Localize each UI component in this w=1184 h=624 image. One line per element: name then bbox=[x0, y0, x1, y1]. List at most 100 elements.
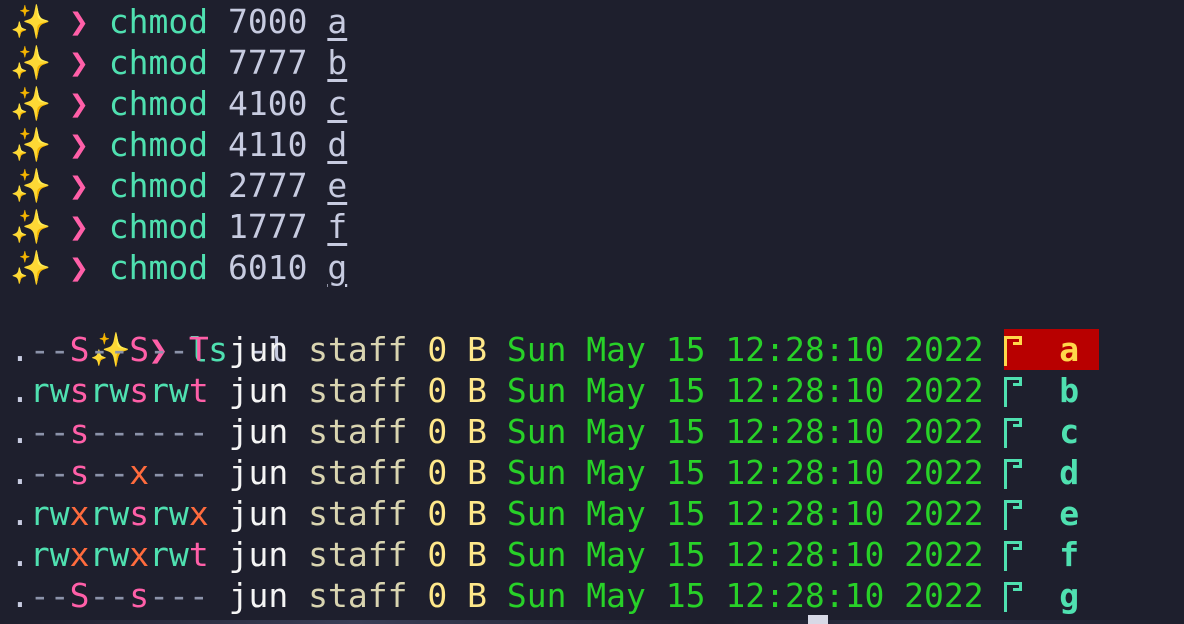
group: staff bbox=[308, 494, 408, 533]
command-line: ✨ ❯ chmod 1777 f bbox=[10, 206, 1184, 247]
file-name[interactable]: c bbox=[1059, 412, 1079, 451]
size-unit: B bbox=[467, 535, 487, 574]
ls-command-line: ✨ ❯ ls -l bbox=[10, 288, 1184, 369]
modified-date: Sun May 15 12:28:10 2022 bbox=[506, 494, 984, 533]
group: staff bbox=[308, 576, 408, 615]
command-name: chmod bbox=[108, 125, 209, 164]
file-row[interactable]: .--s------ jun staff 0 B Sun May 15 12:2… bbox=[10, 411, 1184, 452]
file-icon bbox=[1003, 582, 1022, 612]
owner: jun bbox=[228, 412, 289, 451]
chevron-right-icon: ❯ bbox=[69, 166, 89, 205]
file-size: 0 bbox=[427, 371, 448, 410]
perm-dot: . bbox=[10, 412, 30, 451]
command-name: chmod bbox=[108, 248, 209, 287]
command-line: ✨ ❯ chmod 7777 b bbox=[10, 42, 1184, 83]
file-size: 0 bbox=[427, 535, 448, 574]
command-target[interactable]: b bbox=[327, 43, 347, 82]
modified-date: Sun May 15 12:28:10 2022 bbox=[506, 535, 984, 574]
command-target[interactable]: g bbox=[327, 248, 347, 287]
sparkle-icon: ✨ bbox=[10, 43, 52, 82]
file-row[interactable]: .--S--S--T jun staff 0 B Sun May 15 12:2… bbox=[10, 329, 1184, 370]
permissions: rwxrwsrwx bbox=[29, 494, 209, 533]
command-arg: 4100 bbox=[227, 84, 308, 123]
file-icon bbox=[1003, 418, 1022, 448]
size-unit: B bbox=[467, 576, 487, 615]
file-icon bbox=[1003, 459, 1022, 489]
file-row[interactable]: .rwxrwsrwx jun staff 0 B Sun May 15 12:2… bbox=[10, 493, 1184, 534]
perm-dot: . bbox=[10, 453, 30, 492]
sparkle-icon: ✨ bbox=[10, 84, 52, 123]
modified-date: Sun May 15 12:28:10 2022 bbox=[506, 412, 984, 451]
owner: jun bbox=[228, 494, 289, 533]
command-target[interactable]: e bbox=[327, 166, 347, 205]
sparkle-icon: ✨ bbox=[10, 166, 52, 205]
group: staff bbox=[308, 453, 408, 492]
file-size: 0 bbox=[427, 576, 448, 615]
file-name: a bbox=[1059, 330, 1080, 369]
size-unit: B bbox=[467, 371, 487, 410]
file-name[interactable]: e bbox=[1059, 494, 1079, 533]
file-size: 0 bbox=[427, 453, 448, 492]
permissions: --S--s--- bbox=[29, 576, 209, 615]
file-name[interactable]: d bbox=[1059, 453, 1079, 492]
partial-next-line bbox=[0, 620, 1184, 624]
chevron-right-icon: ❯ bbox=[69, 43, 89, 82]
owner: jun bbox=[228, 576, 289, 615]
perm-dot: . bbox=[10, 535, 30, 574]
owner: jun bbox=[228, 453, 289, 492]
owner: jun bbox=[228, 535, 289, 574]
group: staff bbox=[308, 330, 408, 369]
size-unit: B bbox=[467, 494, 487, 533]
permissions: rwsrwsrwt bbox=[29, 371, 209, 410]
command-line: ✨ ❯ chmod 4110 d bbox=[10, 124, 1184, 165]
modified-date: Sun May 15 12:28:10 2022 bbox=[506, 576, 984, 615]
command-line: ✨ ❯ chmod 2777 e bbox=[10, 165, 1184, 206]
command-arg: 6010 bbox=[227, 248, 308, 287]
chevron-right-icon: ❯ bbox=[69, 84, 89, 123]
permissions: --S--S--T bbox=[29, 330, 209, 369]
perm-dot: . bbox=[10, 330, 30, 369]
command-line: ✨ ❯ chmod 6010 g bbox=[10, 247, 1184, 288]
command-target[interactable]: f bbox=[327, 207, 347, 246]
perm-dot: . bbox=[10, 371, 30, 410]
command-line: ✨ ❯ chmod 7000 a bbox=[10, 1, 1184, 42]
file-icon bbox=[1003, 500, 1022, 530]
modified-date: Sun May 15 12:28:10 2022 bbox=[506, 371, 984, 410]
size-unit: B bbox=[467, 412, 487, 451]
command-name: chmod bbox=[108, 2, 209, 41]
file-size: 0 bbox=[427, 412, 448, 451]
command-arg: 1777 bbox=[227, 207, 308, 246]
command-target[interactable]: a bbox=[327, 2, 347, 41]
command-arg: 7777 bbox=[227, 43, 308, 82]
file-row[interactable]: .rwxrwxrwt jun staff 0 B Sun May 15 12:2… bbox=[10, 534, 1184, 575]
command-history: ✨ ❯ chmod 7000 a ✨ ❯ chmod 7777 b ✨ ❯ chmod 4… bbox=[10, 1, 1184, 288]
command-name: chmod bbox=[108, 43, 209, 82]
sparkle-icon: ✨ bbox=[10, 207, 52, 246]
size-unit: B bbox=[467, 453, 487, 492]
permissions: --s------ bbox=[29, 412, 209, 451]
group: staff bbox=[308, 535, 408, 574]
ls-listing: .--S--S--T jun staff 0 B Sun May 15 12:2… bbox=[10, 329, 1184, 616]
perm-dot: . bbox=[10, 576, 30, 615]
command-target[interactable]: c bbox=[327, 84, 347, 123]
terminal-window[interactable]: ✨ ❯ chmod 7000 a ✨ ❯ chmod 7777 b ✨ ❯ chmod 4… bbox=[0, 0, 1184, 624]
command-name: chmod bbox=[108, 84, 209, 123]
chevron-right-icon: ❯ bbox=[69, 125, 89, 164]
modified-date: Sun May 15 12:28:10 2022 bbox=[506, 330, 984, 369]
file-row[interactable]: .rwsrwsrwt jun staff 0 B Sun May 15 12:2… bbox=[10, 370, 1184, 411]
file-name[interactable]: g bbox=[1059, 576, 1079, 615]
file-name[interactable]: f bbox=[1059, 535, 1079, 574]
command-arg: 7000 bbox=[227, 2, 308, 41]
permissions: rwxrwxrwt bbox=[29, 535, 209, 574]
file-size: 0 bbox=[427, 494, 448, 533]
file-row[interactable]: .--S--s--- jun staff 0 B Sun May 15 12:2… bbox=[10, 575, 1184, 616]
permissions: --s--x--- bbox=[29, 453, 209, 492]
sparkle-icon: ✨ bbox=[10, 125, 52, 164]
text-cursor bbox=[808, 615, 828, 624]
command-target[interactable]: d bbox=[327, 125, 347, 164]
file-name[interactable]: b bbox=[1059, 371, 1079, 410]
selected-file[interactable]: a bbox=[1003, 329, 1100, 370]
modified-date: Sun May 15 12:28:10 2022 bbox=[506, 453, 984, 492]
file-row[interactable]: .--s--x--- jun staff 0 B Sun May 15 12:2… bbox=[10, 452, 1184, 493]
group: staff bbox=[308, 371, 408, 410]
